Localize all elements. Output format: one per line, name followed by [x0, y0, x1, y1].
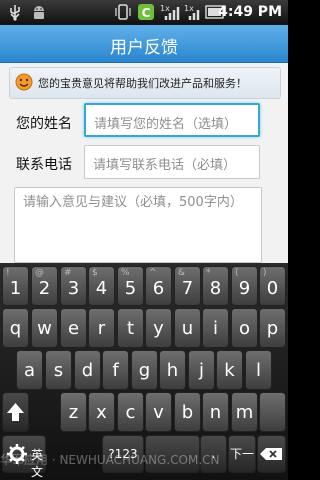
svg-text:C: C — [142, 6, 151, 20]
key-u[interactable]: u — [174, 308, 201, 348]
key-t[interactable]: t — [117, 308, 144, 348]
svg-text:1x: 1x — [160, 4, 170, 13]
watermark: 华军应用 · NEWHUACHUANG.COM.CN — [0, 453, 220, 467]
phone-input[interactable]: 请填写联系电话（必填） — [84, 145, 260, 179]
signal-icon: 1x — [184, 4, 200, 20]
title-bar: 用户反馈 — [0, 25, 288, 63]
key-n[interactable]: n — [202, 392, 229, 432]
key-r[interactable]: r — [88, 308, 115, 348]
key-p[interactable]: p — [259, 308, 286, 348]
clock: 4:49 PM — [218, 4, 282, 20]
key-1[interactable]: ! 1 — [2, 266, 29, 306]
key-0[interactable]: ) 0 — [259, 266, 286, 306]
shift-key[interactable] — [2, 392, 29, 432]
key-b[interactable]: b — [174, 392, 201, 432]
smiley-icon — [15, 73, 33, 91]
page-title: 用户反馈 — [110, 38, 178, 58]
key-7[interactable]: & 7 — [174, 266, 201, 306]
key-2[interactable]: @2 — [31, 266, 58, 306]
key-l[interactable]: l — [245, 350, 272, 390]
notice-banner: 您的宝贵意见将帮助我们改进产品和服务！ — [9, 67, 281, 99]
key-s[interactable]: s — [45, 350, 72, 390]
key-9[interactable]: (9 — [231, 266, 258, 306]
key-o[interactable]: o — [231, 308, 258, 348]
key-g[interactable]: g — [131, 350, 158, 390]
status-bar: C 1x 1x 4:49 PM — [0, 0, 288, 25]
feedback-placeholder: 请输入意见与建议（必填，500字内） — [23, 195, 243, 210]
usb-icon — [10, 5, 20, 21]
svg-text:1x: 1x — [184, 4, 194, 13]
soft-keyboard: ! 1 @2 #3 $4 % 5 ^ 6 & 7 * 8 (9 ) 0 q w e r t … — [0, 263, 288, 480]
name-label: 您的姓名 — [16, 116, 72, 132]
key-y[interactable]: y — [145, 308, 172, 348]
vibrate-icon — [115, 4, 131, 20]
key-x[interactable]: x — [88, 392, 115, 432]
key-q[interactable]: q — [2, 308, 29, 348]
shift-icon — [7, 403, 24, 421]
phone-placeholder: 请填写联系电话（必填） — [93, 158, 237, 173]
signal-3g-icon: 1x — [160, 4, 180, 20]
key-w[interactable]: w — [31, 308, 58, 348]
name-placeholder: 请填写您的姓名（选填） — [94, 117, 238, 132]
phone-label: 联系电话 — [16, 157, 72, 173]
key-v[interactable]: v — [145, 392, 172, 432]
app-c-icon: C — [138, 4, 154, 20]
key-k[interactable]: k — [216, 350, 243, 390]
key-i[interactable]: i — [202, 308, 229, 348]
key-5[interactable]: % 5 — [117, 266, 144, 306]
key-6[interactable]: ^ 6 — [145, 266, 172, 306]
feedback-textarea[interactable]: 请输入意见与建议（必填，500字内） — [14, 187, 262, 263]
key-8[interactable]: * 8 — [202, 266, 229, 306]
key-a[interactable]: a — [16, 350, 43, 390]
key-z[interactable]: z — [60, 392, 87, 432]
feedback-form: 您的宝贵意见将帮助我们改进产品和服务！ 您的姓名 请填写您的姓名（选填） 联系电… — [0, 63, 288, 263]
key-4[interactable]: $4 — [88, 266, 115, 306]
key-e[interactable]: e — [60, 308, 87, 348]
android-icon — [34, 6, 44, 19]
key-h[interactable]: h — [159, 350, 186, 390]
name-input[interactable]: 请填写您的姓名（选填） — [84, 103, 260, 137]
key-m-extra[interactable] — [259, 392, 286, 432]
key-j[interactable]: j — [188, 350, 215, 390]
key-c[interactable]: c — [117, 392, 144, 432]
key-3[interactable]: #3 — [60, 266, 87, 306]
key-m[interactable]: m — [231, 392, 258, 432]
key-d[interactable]: d — [74, 350, 101, 390]
key-f[interactable]: f — [102, 350, 129, 390]
notice-text: 您的宝贵意见将帮助我们改进产品和服务！ — [38, 77, 247, 90]
